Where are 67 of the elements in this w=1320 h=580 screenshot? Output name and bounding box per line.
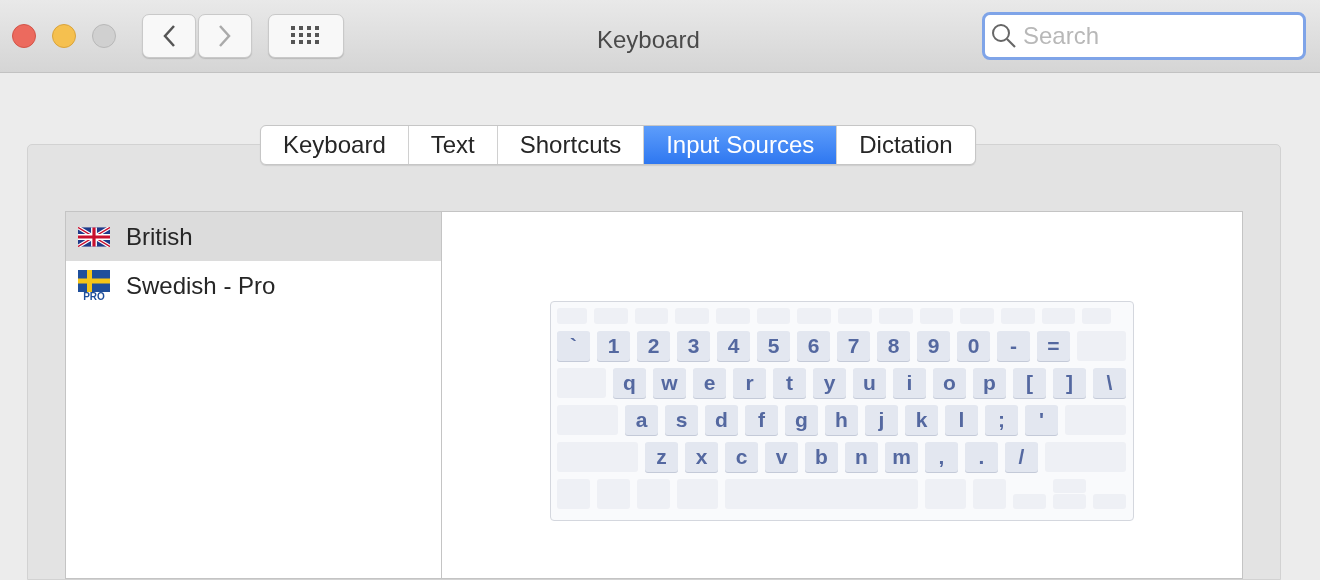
- grid-icon: [291, 26, 321, 46]
- tab[interactable]: Dictation: [836, 126, 975, 164]
- search-field[interactable]: Search: [982, 12, 1306, 60]
- swedish-flag-icon: [78, 269, 110, 292]
- key: 1: [597, 331, 630, 361]
- key: -: [997, 331, 1030, 361]
- close-button[interactable]: [12, 24, 36, 48]
- key: e: [693, 368, 726, 398]
- key: j: [865, 405, 898, 435]
- chevron-left-icon: [162, 24, 176, 48]
- key: 9: [917, 331, 950, 361]
- key: 5: [757, 331, 790, 361]
- key: [: [1013, 368, 1046, 398]
- key: /: [1005, 442, 1038, 472]
- key: s: [665, 405, 698, 435]
- search-icon: [990, 22, 1018, 50]
- key: p: [973, 368, 1006, 398]
- key: w: [653, 368, 686, 398]
- key: 8: [877, 331, 910, 361]
- key: .: [965, 442, 998, 472]
- key: k: [905, 405, 938, 435]
- tab[interactable]: Text: [407, 126, 497, 164]
- key: r: [733, 368, 766, 398]
- key: g: [785, 405, 818, 435]
- key: \: [1093, 368, 1126, 398]
- window-title: Keyboard: [597, 25, 700, 55]
- forward-button[interactable]: [198, 14, 252, 58]
- pro-label: PRO: [83, 291, 105, 302]
- key: f: [745, 405, 778, 435]
- key: =: [1037, 331, 1070, 361]
- key: z: [645, 442, 678, 472]
- key: m: [885, 442, 918, 472]
- key: i: [893, 368, 926, 398]
- key: v: [765, 442, 798, 472]
- key: x: [685, 442, 718, 472]
- input-source-name: Swedish - Pro: [126, 270, 276, 301]
- key: 6: [797, 331, 830, 361]
- key: 3: [677, 331, 710, 361]
- key: 4: [717, 331, 750, 361]
- key: 2: [637, 331, 670, 361]
- back-button[interactable]: [142, 14, 196, 58]
- key: 0: [957, 331, 990, 361]
- key: n: [845, 442, 878, 472]
- input-source-name: British: [126, 221, 193, 252]
- key: ': [1025, 405, 1058, 435]
- key: l: [945, 405, 978, 435]
- chevron-right-icon: [218, 24, 232, 48]
- key: h: [825, 405, 858, 435]
- minimize-button[interactable]: [52, 24, 76, 48]
- key: `: [557, 331, 590, 361]
- key: b: [805, 442, 838, 472]
- key: a: [625, 405, 658, 435]
- key: ]: [1053, 368, 1086, 398]
- key: t: [773, 368, 806, 398]
- key: 7: [837, 331, 870, 361]
- key: y: [813, 368, 846, 398]
- key: u: [853, 368, 886, 398]
- show-all-button[interactable]: [268, 14, 344, 58]
- input-source-item[interactable]: British: [66, 212, 441, 261]
- key: o: [933, 368, 966, 398]
- key: ,: [925, 442, 958, 472]
- key: c: [725, 442, 758, 472]
- key: q: [613, 368, 646, 398]
- union-jack-flag-icon: [78, 226, 110, 247]
- key: ;: [985, 405, 1018, 435]
- tab[interactable]: Keyboard: [261, 126, 408, 164]
- key: d: [705, 405, 738, 435]
